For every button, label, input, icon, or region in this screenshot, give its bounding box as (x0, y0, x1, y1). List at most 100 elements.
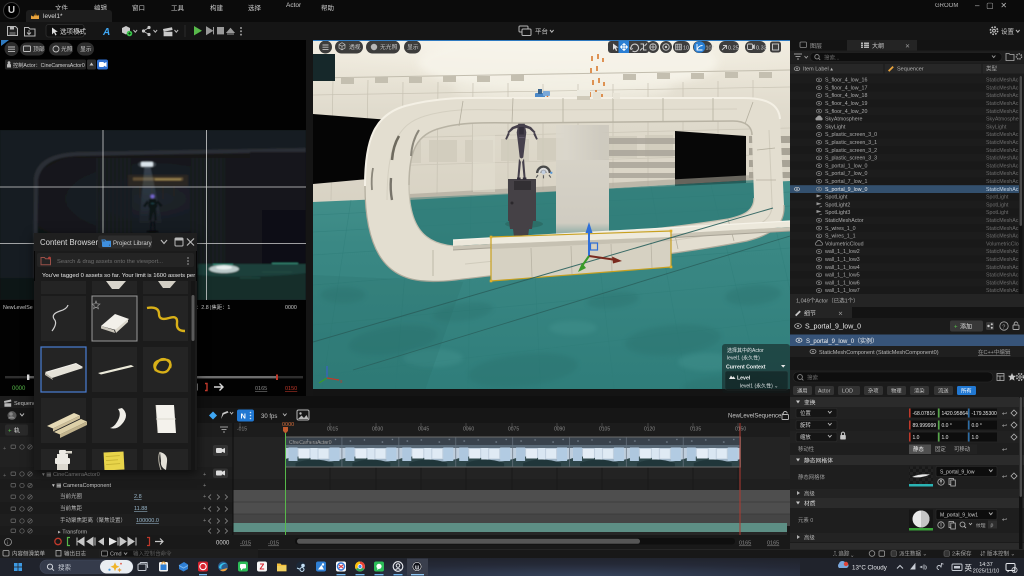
svg-text:Level: Level (737, 376, 751, 382)
svg-text:Search & drag assets onto the: Search & drag assets onto the viewport..… (57, 259, 163, 265)
svg-text:Item Label ▴: Item Label ▴ (803, 67, 833, 73)
svg-text:杂项: 杂项 (868, 388, 879, 395)
svg-text:轨: 轨 (14, 427, 20, 435)
svg-text:0.25: 0.25 (728, 46, 739, 52)
svg-text:You've tagged 0 assets so far.: You've tagged 0 assets so far. Your limi… (42, 273, 197, 279)
svg-text:+: + (203, 483, 206, 489)
svg-text:+: + (954, 325, 958, 331)
svg-text:固定: 固定 (935, 445, 946, 453)
svg-text:所有: 所有 (961, 387, 972, 395)
svg-text:VolumetricCloud: VolumetricCloud (825, 241, 864, 247)
svg-text:0045: 0045 (418, 427, 429, 433)
svg-text:S_floor_4_low_19: S_floor_4_low_19 (825, 101, 867, 107)
svg-text:S_portal_9_low_0（实例）: S_portal_9_low_0（实例） (806, 337, 878, 345)
svg-text:位置: 位置 (800, 409, 811, 417)
svg-text:0075: 0075 (508, 427, 519, 433)
svg-text:0165: 0165 (767, 541, 779, 547)
svg-text:StaticMeshAc: StaticMeshAc (986, 93, 1019, 99)
svg-text:SkyLight: SkyLight (825, 124, 846, 130)
svg-text:⇵ 版本控制 ⌄: ⇵ 版本控制 ⌄ (980, 550, 1015, 558)
svg-text:0090: 0090 (554, 427, 565, 433)
svg-text:SkyAtmosphere: SkyAtmosphere (825, 117, 862, 123)
svg-text:▸ Transform: ▸ Transform (58, 530, 87, 536)
svg-text:StaticMeshAc: StaticMeshAc (986, 257, 1019, 263)
svg-text:89.999999: 89.999999 (913, 423, 937, 429)
svg-text:通用: 通用 (797, 387, 808, 395)
svg-text:内容侧滑菜单: 内容侧滑菜单 (12, 550, 46, 558)
svg-text:LOD: LOD (842, 389, 853, 395)
svg-text:移动性: 移动性 (798, 445, 815, 453)
svg-text:当前焦距: 当前焦距 (60, 504, 83, 512)
svg-text:↩: ↩ (1002, 412, 1007, 418)
svg-text:u: u (415, 564, 419, 571)
svg-text:输入控制台命令: 输入控制台命令 (133, 550, 172, 558)
svg-text:0165: 0165 (739, 541, 751, 547)
svg-text:1.0: 1.0 (972, 435, 979, 441)
svg-text:类型: 类型 (986, 65, 998, 73)
svg-text:0.0 °: 0.0 ° (972, 423, 982, 429)
svg-text:NewLevelSe: NewLevelSe (3, 305, 33, 311)
svg-text:+: + (3, 446, 6, 452)
svg-text:顶部: 顶部 (33, 45, 45, 53)
svg-text:StaticMeshAc: StaticMeshAc (986, 273, 1019, 279)
svg-text:-68.07816: -68.07816 (913, 411, 936, 417)
svg-text:+: + (8, 429, 12, 435)
svg-text:材质: 材质 (804, 500, 816, 508)
svg-text:13°C Cloudy: 13°C Cloudy (852, 565, 888, 572)
svg-text:S_wires_1_1: S_wires_1_1 (825, 234, 856, 240)
svg-text:✕: ✕ (905, 44, 910, 50)
svg-text:↩: ↩ (1002, 424, 1007, 430)
svg-text:0150: 0150 (735, 427, 746, 433)
svg-text:+: + (3, 473, 6, 479)
svg-text:S_plastic_screen_3_2: S_plastic_screen_3_2 (825, 148, 877, 154)
svg-text:▾ ▦ CameraComponent: ▾ ▦ CameraComponent (52, 483, 111, 489)
svg-text:0030: 0030 (372, 427, 383, 433)
svg-text:S_floor_4_low_18: S_floor_4_low_18 (825, 93, 867, 99)
svg-text:流送: 流送 (938, 387, 949, 395)
svg-text:纹理: 纹理 (976, 522, 986, 529)
svg-text:↩: ↩ (1002, 448, 1007, 454)
svg-text:StaticMeshAc: StaticMeshAc (986, 109, 1019, 115)
svg-text:光照: 光照 (61, 45, 73, 53)
svg-text:大纲: 大纲 (872, 42, 884, 50)
svg-text:100000.0: 100000.0 (136, 518, 159, 524)
svg-text:StaticMeshAc: StaticMeshAc (986, 265, 1019, 271)
svg-text:缩放: 缩放 (800, 433, 811, 441)
svg-text:在C++中编辑: 在C++中编辑 (978, 348, 1011, 356)
svg-text:S_portal_9_low_0: S_portal_9_low_0 (825, 187, 867, 193)
svg-text:0000: 0000 (12, 386, 26, 392)
svg-text:SpotLight: SpotLight (986, 202, 1009, 208)
svg-text:S_portal_7_low_0: S_portal_7_low_0 (825, 171, 867, 177)
svg-text:无光照: 无光照 (380, 43, 398, 51)
svg-text:StaticMeshAc: StaticMeshAc (986, 280, 1019, 286)
svg-text:StaticMeshAc: StaticMeshAc (986, 148, 1019, 154)
svg-text:搜索...: 搜索... (824, 54, 840, 62)
svg-text:S_floor_4_low_20: S_floor_4_low_20 (825, 109, 867, 115)
svg-text:CineCameraActor0: CineCameraActor0 (289, 440, 332, 446)
svg-text:SpotLight3: SpotLight3 (825, 210, 850, 216)
svg-text:搜索: 搜索 (807, 374, 819, 382)
svg-text:SpotLight: SpotLight (986, 210, 1009, 216)
svg-text:wall_1_1_low3: wall_1_1_low3 (825, 257, 860, 263)
svg-text:旋转: 旋转 (800, 421, 811, 429)
svg-text:SpotLight: SpotLight (825, 195, 848, 201)
svg-text:S_floor_4_low_17: S_floor_4_low_17 (825, 85, 867, 91)
svg-text:0165: 0165 (255, 386, 267, 392)
svg-text:A: A (102, 27, 110, 38)
svg-text:Sequencer: Sequencer (897, 67, 924, 73)
svg-text:细节: 细节 (804, 310, 816, 318)
svg-text:平台: 平台 (535, 27, 548, 36)
svg-text:S_plastic_screen_3_3: S_plastic_screen_3_3 (825, 156, 877, 162)
svg-text:10°: 10° (706, 46, 714, 52)
svg-text:静态网格体: 静态网格体 (804, 457, 833, 465)
svg-text:1420.95864: 1420.95864 (942, 411, 969, 417)
svg-text:SkyLight: SkyLight (986, 124, 1007, 130)
svg-text:0000: 0000 (216, 541, 230, 547)
svg-text:0060: 0060 (463, 427, 474, 433)
svg-text:-015: -015 (268, 541, 279, 547)
svg-text:StaticMeshAc: StaticMeshAc (986, 226, 1019, 232)
svg-text:S_portal_1_low_0: S_portal_1_low_0 (825, 163, 867, 169)
svg-text:ρ: ρ (991, 523, 994, 529)
svg-text:添加: 添加 (960, 323, 972, 331)
svg-text:StaticMeshAc: StaticMeshAc (986, 179, 1019, 185)
